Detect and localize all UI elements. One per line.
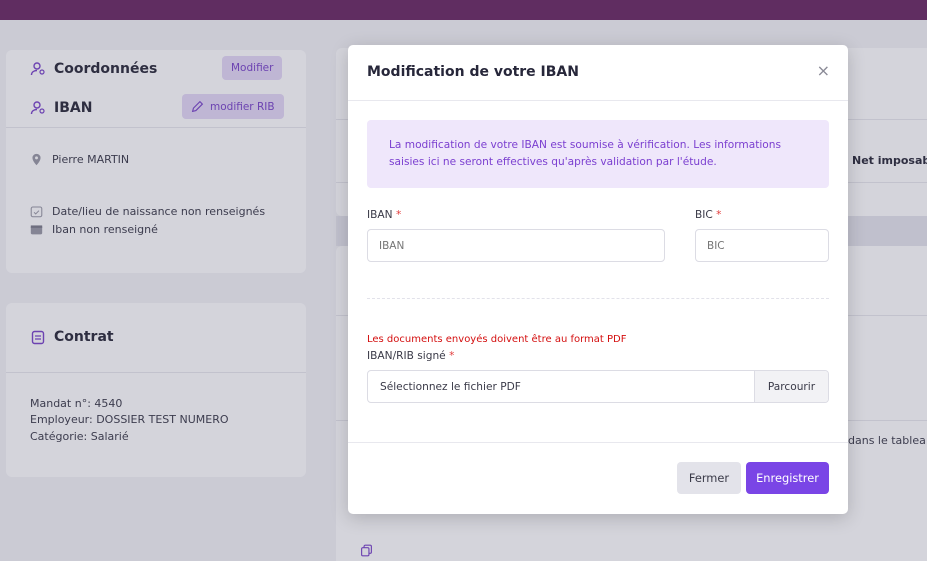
rib-file-input[interactable]: Sélectionnez le fichier PDF Parcourir	[367, 370, 829, 403]
iban-field-label: IBAN *	[367, 209, 401, 221]
pdf-format-warning: Les documents envoyés doivent être au fo…	[367, 334, 627, 345]
required-mark: *	[395, 209, 402, 221]
iban-modal: Modification de votre IBAN × La modifica…	[348, 45, 848, 514]
rib-field-label: IBAN/RIB signé *	[367, 350, 454, 362]
iban-input[interactable]	[367, 229, 665, 262]
verification-alert: La modification de votre IBAN est soumis…	[367, 120, 829, 188]
dashed-separator	[367, 298, 829, 299]
save-button[interactable]: Enregistrer	[746, 462, 829, 494]
modal-footer-divider	[348, 442, 848, 443]
modal-header-divider	[348, 100, 848, 101]
browse-button[interactable]: Parcourir	[754, 371, 828, 402]
bic-field-label: BIC *	[695, 209, 721, 221]
modal-title: Modification de votre IBAN	[367, 64, 579, 80]
close-icon[interactable]: ×	[817, 63, 830, 79]
rib-label-text: IBAN/RIB signé	[367, 350, 446, 362]
iban-label-text: IBAN	[367, 209, 393, 221]
bic-label-text: BIC	[695, 209, 713, 221]
required-mark: *	[449, 350, 455, 362]
bic-input[interactable]	[695, 229, 829, 262]
file-placeholder[interactable]: Sélectionnez le fichier PDF	[368, 371, 754, 402]
required-mark: *	[716, 209, 722, 221]
close-button[interactable]: Fermer	[677, 462, 741, 494]
